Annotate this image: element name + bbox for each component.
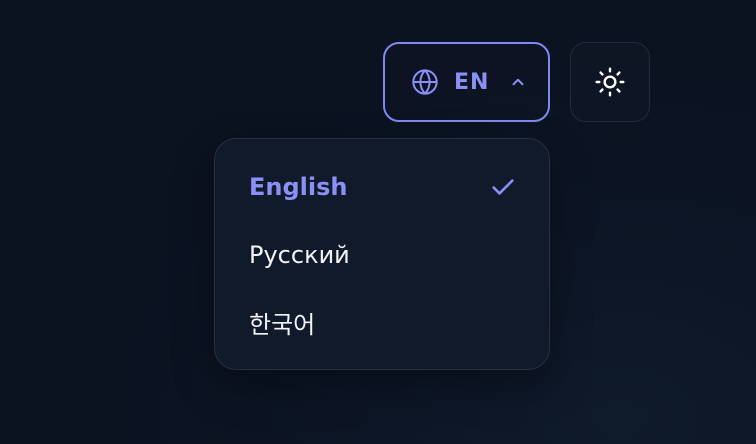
language-option-korean[interactable]: 한국어	[215, 292, 549, 352]
chevron-up-icon	[509, 73, 527, 91]
language-option-label: 한국어	[249, 310, 316, 339]
language-dropdown-menu: English Русский 한국어	[214, 138, 550, 370]
current-language-code: EN	[454, 69, 490, 95]
language-switcher-button[interactable]: EN	[383, 42, 550, 122]
globe-icon	[411, 68, 439, 96]
theme-toggle-button[interactable]	[570, 42, 650, 122]
language-option-label: Русский	[249, 241, 350, 269]
check-icon	[489, 173, 517, 201]
language-option-english[interactable]: English	[215, 157, 549, 217]
language-option-russian[interactable]: Русский	[215, 225, 549, 285]
sun-icon	[594, 66, 626, 98]
language-option-label: English	[249, 173, 348, 201]
